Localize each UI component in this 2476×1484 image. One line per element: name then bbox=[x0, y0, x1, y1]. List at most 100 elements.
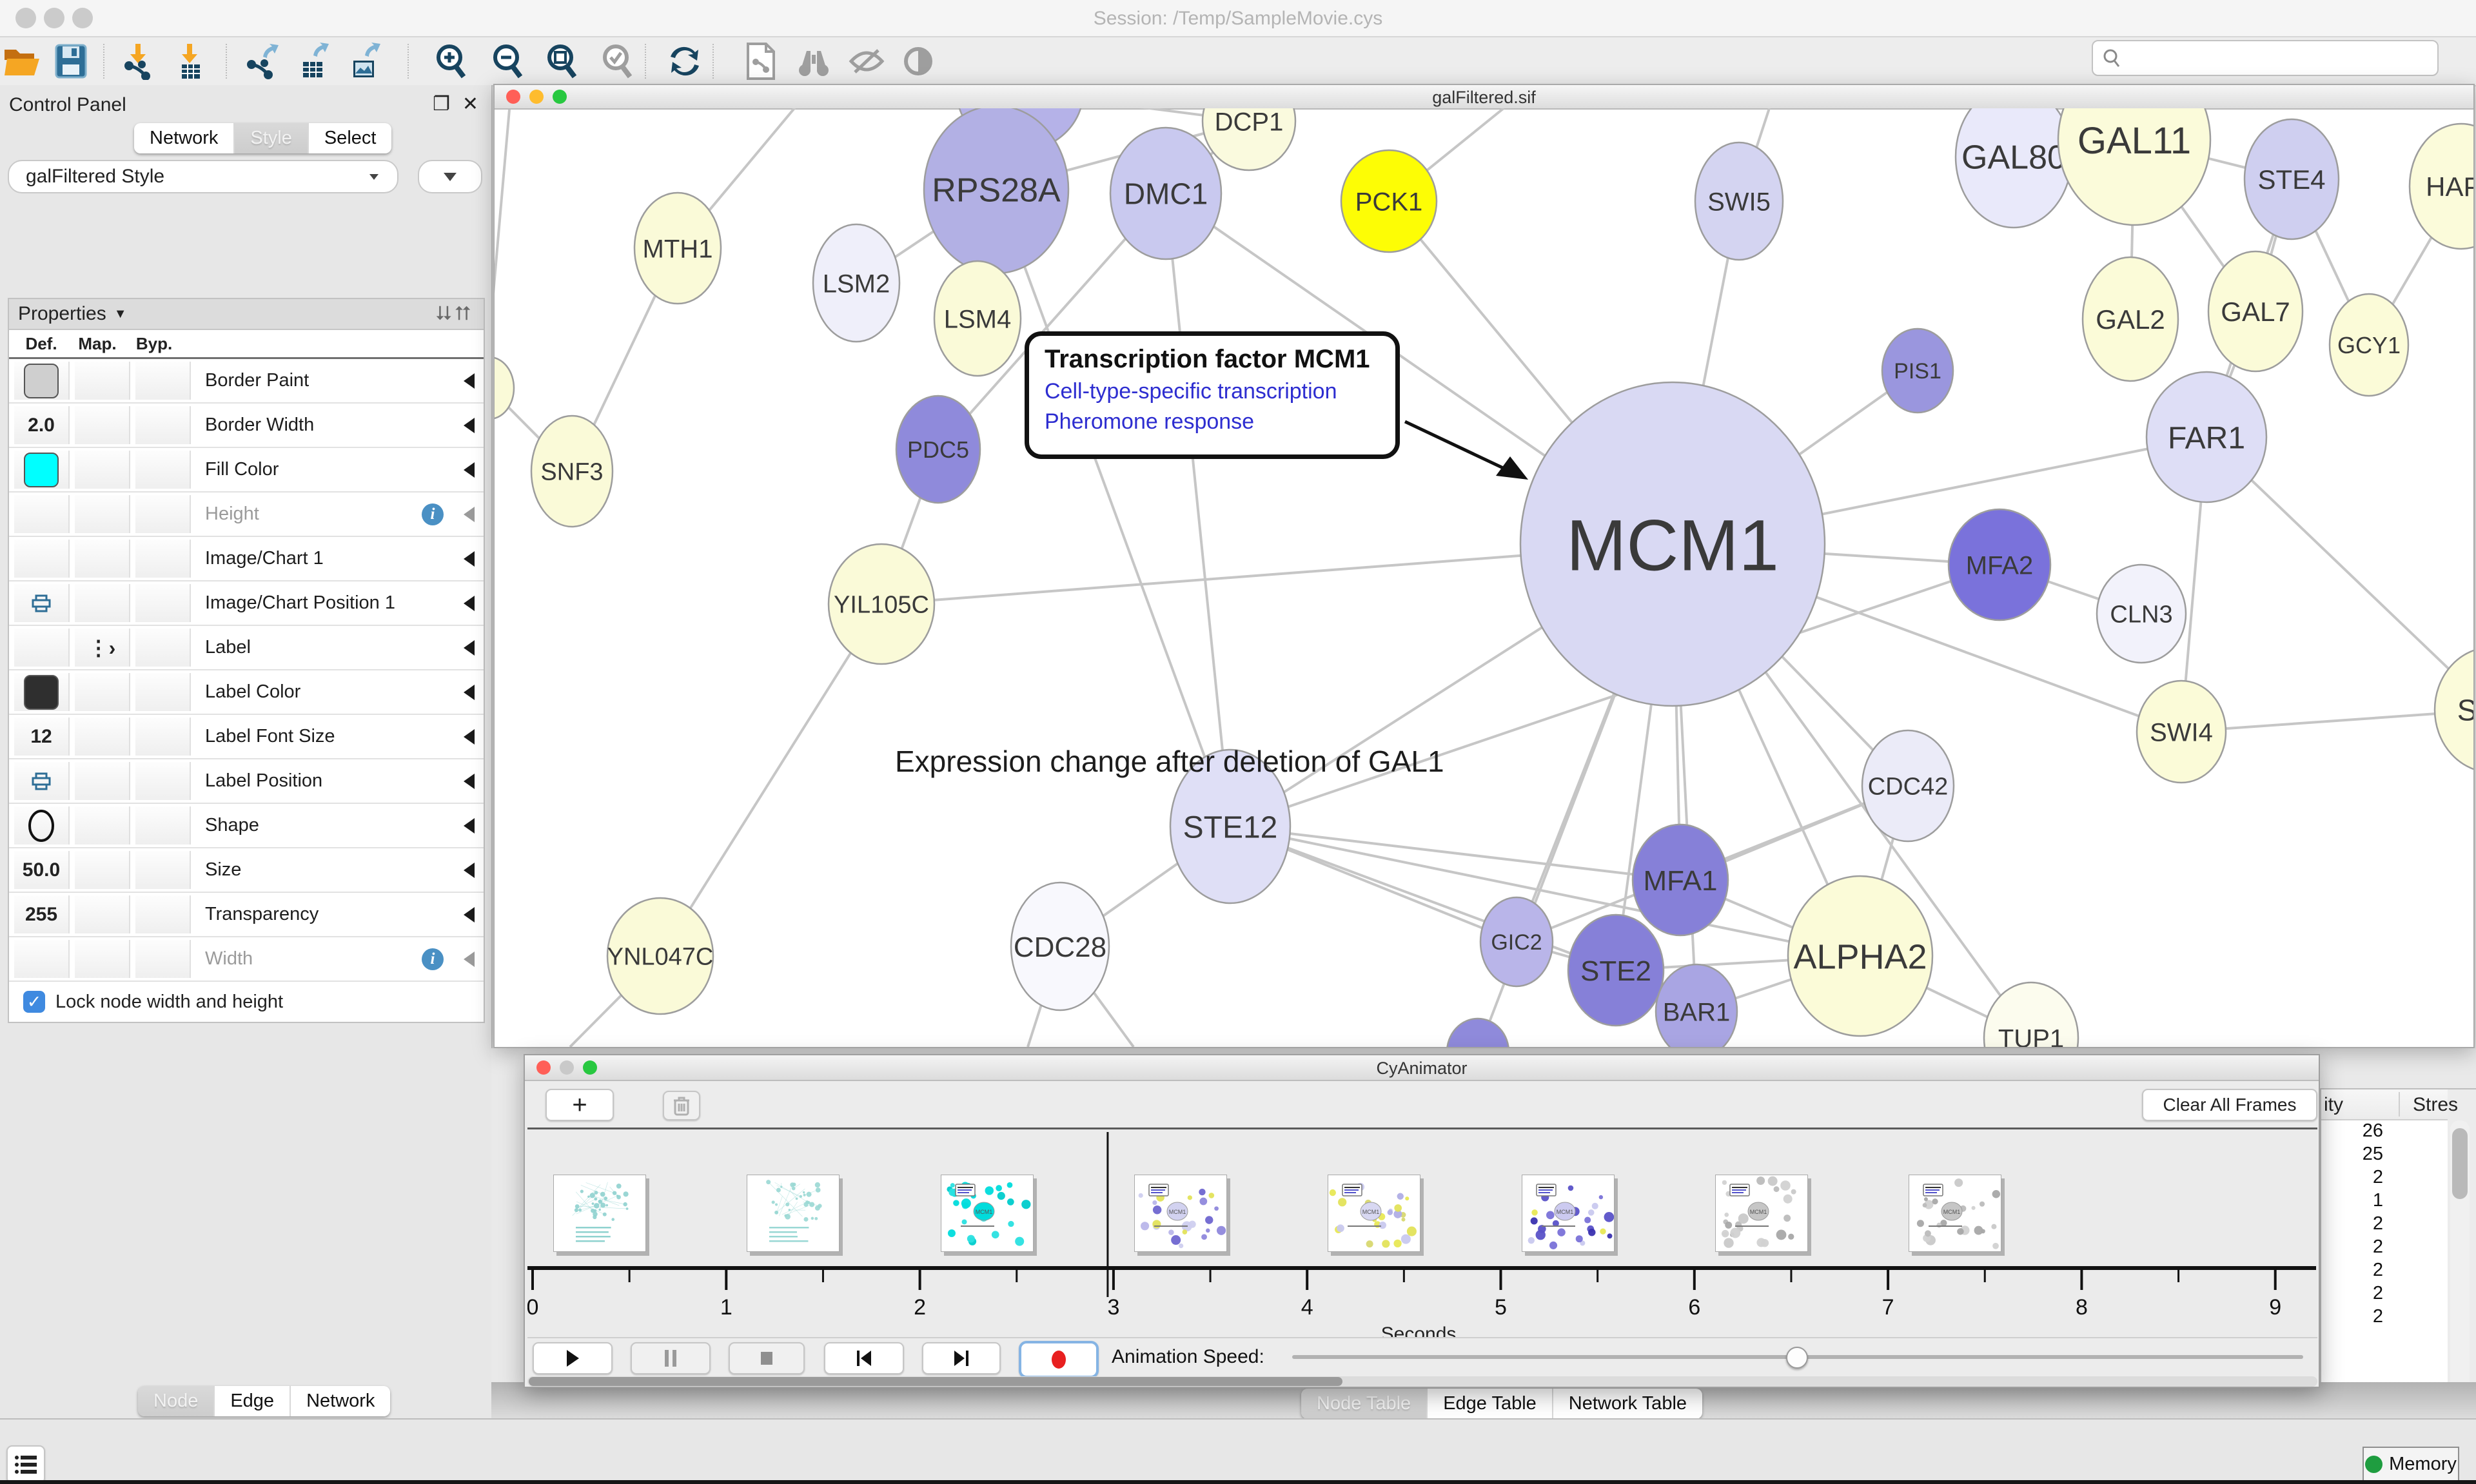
mapping-cell[interactable] bbox=[75, 362, 130, 400]
network-node-GAL11[interactable]: GAL11 bbox=[2058, 108, 2210, 225]
import-network-icon[interactable] bbox=[117, 41, 159, 81]
expand-collapse-icons[interactable]: ⮇⮅ bbox=[436, 303, 475, 325]
annotation-link[interactable]: Cell-type-specific transcription bbox=[1045, 379, 1380, 404]
mapping-cell[interactable] bbox=[75, 895, 130, 933]
default-value-cell[interactable] bbox=[14, 584, 70, 622]
network-node-SWI4[interactable]: SWI4 bbox=[2137, 681, 2226, 783]
column-header-ity[interactable]: ity bbox=[2324, 1094, 2343, 1116]
mapping-cell[interactable] bbox=[75, 806, 130, 845]
network-node-STE4[interactable]: STE4 bbox=[2245, 119, 2339, 239]
play-button[interactable] bbox=[533, 1342, 613, 1374]
mapping-cell[interactable] bbox=[75, 584, 130, 622]
slider-handle[interactable] bbox=[1786, 1347, 1808, 1369]
property-row-label[interactable]: ⋮›Label bbox=[9, 626, 484, 670]
save-icon[interactable] bbox=[50, 41, 92, 81]
network-node-STE2[interactable]: STE2 bbox=[1568, 915, 1664, 1026]
network-node-LSM2[interactable]: LSM2 bbox=[813, 224, 899, 342]
bypass-cell[interactable] bbox=[135, 851, 191, 889]
network-node-ALPHA2[interactable]: ALPHA2 bbox=[1788, 876, 1932, 1036]
network-node-LSM4[interactable]: LSM4 bbox=[934, 261, 1021, 376]
expand-row-icon[interactable] bbox=[464, 863, 475, 878]
info-icon[interactable]: i bbox=[422, 948, 444, 970]
mapping-cell[interactable] bbox=[75, 673, 130, 711]
bypass-cell[interactable] bbox=[135, 940, 191, 978]
network-window-titlebar[interactable]: galFiltered.sif bbox=[495, 85, 2473, 110]
animation-speed-slider[interactable] bbox=[1292, 1355, 2303, 1359]
network-node-PDC5[interactable]: PDC5 bbox=[896, 396, 980, 503]
info-icon[interactable]: i bbox=[422, 503, 444, 525]
scrollbar-thumb[interactable] bbox=[529, 1377, 1342, 1386]
mapping-cell[interactable] bbox=[75, 540, 130, 578]
default-value-cell[interactable]: 50.0 bbox=[14, 851, 70, 889]
property-row-label-font-size[interactable]: 12Label Font Size bbox=[9, 715, 484, 759]
zoom-fit-icon[interactable] bbox=[542, 41, 583, 81]
bypass-cell[interactable] bbox=[135, 495, 191, 533]
bypass-cell[interactable] bbox=[135, 362, 191, 400]
zoom-out-icon[interactable] bbox=[487, 41, 529, 81]
style-selector[interactable]: galFiltered Style bbox=[8, 160, 398, 193]
annotation-box[interactable]: Transcription factor MCM1 Cell-type-spec… bbox=[1025, 331, 1400, 459]
network-node-GAL80[interactable]: GAL80 bbox=[1956, 108, 2072, 228]
network-node-GCY1[interactable]: GCY1 bbox=[2330, 294, 2408, 396]
default-value-cell[interactable] bbox=[14, 451, 70, 489]
hide-details-icon[interactable] bbox=[846, 41, 887, 81]
bypass-cell[interactable] bbox=[135, 762, 191, 800]
network-node-PIS1[interactable]: PIS1 bbox=[1882, 329, 1953, 413]
default-value-cell[interactable] bbox=[14, 362, 70, 400]
table-cell-ity[interactable]: 2 bbox=[2321, 1306, 2448, 1329]
network-node-BOTP[interactable] bbox=[1447, 1019, 1509, 1047]
delete-frame-button[interactable] bbox=[663, 1091, 700, 1120]
tab-network[interactable]: Network bbox=[291, 1386, 390, 1416]
default-value-cell[interactable] bbox=[14, 806, 70, 845]
clear-all-frames-button[interactable]: Clear All Frames bbox=[2142, 1089, 2317, 1121]
default-value-cell[interactable] bbox=[14, 762, 70, 800]
binoculars-icon[interactable] bbox=[793, 41, 834, 81]
skip-to-start-button[interactable] bbox=[824, 1342, 904, 1374]
default-value-cell[interactable] bbox=[14, 673, 70, 711]
mapping-cell[interactable] bbox=[75, 851, 130, 889]
network-node-SWI5[interactable]: SWI5 bbox=[1695, 142, 1783, 260]
table-cell-ity[interactable]: 2 bbox=[2321, 1260, 2448, 1283]
expand-row-icon[interactable] bbox=[464, 818, 475, 834]
network-node-MFA1[interactable]: MFA1 bbox=[1633, 825, 1728, 935]
show-log-button[interactable] bbox=[6, 1445, 45, 1484]
checkbox-checked-icon[interactable]: ✓ bbox=[23, 991, 45, 1013]
bypass-cell[interactable] bbox=[135, 718, 191, 756]
tab-network[interactable]: Network bbox=[134, 123, 235, 153]
zoom-selected-icon[interactable] bbox=[597, 41, 638, 81]
expand-row-icon[interactable] bbox=[464, 507, 475, 522]
network-node-YNL047C[interactable]: YNL047C bbox=[607, 898, 714, 1014]
close-panel-icon[interactable]: ✕ bbox=[462, 93, 478, 115]
default-value-cell[interactable]: 2.0 bbox=[14, 406, 70, 444]
skip-to-end-button[interactable] bbox=[922, 1342, 1001, 1374]
bypass-cell[interactable] bbox=[135, 451, 191, 489]
lock-node-size-row[interactable]: ✓ Lock node width and height bbox=[9, 982, 484, 1022]
mapping-cell[interactable] bbox=[75, 495, 130, 533]
tab-node-table[interactable]: Node Table bbox=[1301, 1389, 1428, 1419]
network-node-MCM1[interactable]: MCM1 bbox=[1520, 382, 1825, 706]
mapping-cell[interactable] bbox=[75, 762, 130, 800]
network-node-RPS28A[interactable]: RPS28A bbox=[924, 108, 1068, 273]
property-row-fill-color[interactable]: Fill Color bbox=[9, 448, 484, 493]
property-row-transparency[interactable]: 255Transparency bbox=[9, 893, 484, 937]
network-node-BAR1[interactable]: BAR1 bbox=[1656, 964, 1737, 1047]
scrollbar-thumb[interactable] bbox=[2452, 1128, 2468, 1199]
expand-row-icon[interactable] bbox=[464, 907, 475, 923]
network-node-FAR1[interactable]: FAR1 bbox=[2147, 372, 2266, 502]
memory-button[interactable]: Memory bbox=[2363, 1447, 2459, 1481]
property-row-height[interactable]: Heighti bbox=[9, 493, 484, 537]
table-cell-ity[interactable]: 25 bbox=[2321, 1144, 2448, 1167]
column-divider[interactable] bbox=[2399, 1092, 2400, 1117]
mapping-cell[interactable] bbox=[75, 718, 130, 756]
expand-row-icon[interactable] bbox=[464, 640, 475, 656]
expand-row-icon[interactable] bbox=[464, 551, 475, 567]
frames-timeline[interactable]: MCM1MCM1MCM1MCM1MCM1MCM1 0123456789Secon… bbox=[527, 1128, 2317, 1337]
bypass-cell[interactable] bbox=[135, 406, 191, 444]
property-row-border-width[interactable]: 2.0Border Width bbox=[9, 404, 484, 448]
bypass-cell[interactable] bbox=[135, 584, 191, 622]
tab-select[interactable]: Select bbox=[309, 123, 392, 153]
bypass-cell[interactable] bbox=[135, 540, 191, 578]
property-row-border-paint[interactable]: Border Paint bbox=[9, 359, 484, 404]
table-vscrollbar[interactable] bbox=[2450, 1120, 2470, 1391]
export-network-icon[interactable] bbox=[241, 41, 282, 81]
